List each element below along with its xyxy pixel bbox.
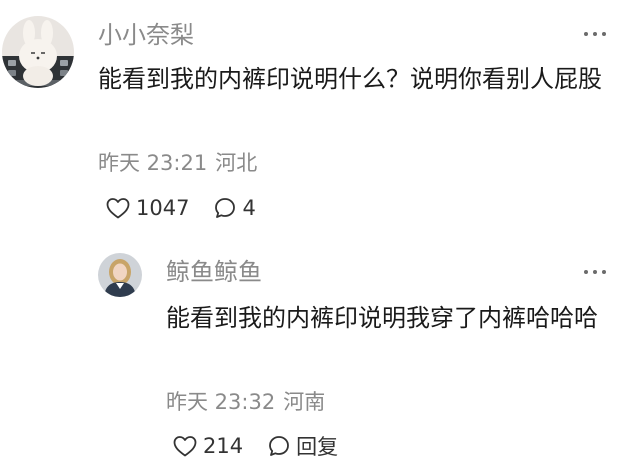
comment-username[interactable]: 小小奈梨	[98, 20, 194, 50]
speech-bubble-icon	[269, 436, 289, 456]
comment-more-options[interactable]	[582, 30, 608, 38]
reply-content: 能看到我的内裤印说明我穿了内裤哈哈哈	[166, 304, 598, 332]
comment-like-count: 1047	[136, 196, 190, 220]
comment-content: 能看到我的内裤印说明什么？说明你看别人屁股	[98, 65, 602, 93]
comment-time: 昨天 23:21	[98, 151, 208, 175]
ellipsis-icon	[584, 32, 588, 36]
comment-actions: 1047 4	[105, 193, 256, 223]
heart-outline-icon	[173, 436, 197, 457]
comment-like-button[interactable]: 1047	[105, 196, 189, 220]
bunny-avatar-icon	[2, 16, 74, 88]
heart-outline-icon	[106, 198, 130, 219]
reply-time: 昨天 23:32	[166, 390, 276, 414]
ellipsis-icon	[584, 270, 588, 274]
reply-meta: 昨天 23:32 河南	[166, 389, 325, 415]
reply-reply-button[interactable]: 回复	[267, 431, 338, 461]
person-avatar-icon	[98, 253, 142, 297]
reply-like-count: 214	[203, 434, 244, 458]
comment-location: 河北	[215, 151, 258, 175]
reply-like-button[interactable]: 214	[172, 434, 243, 458]
comment-reply-count: 4	[242, 196, 256, 220]
reply-username[interactable]: 鲸鱼鲸鱼	[166, 257, 262, 287]
avatar[interactable]	[2, 16, 74, 88]
reply-reply-label: 回复	[296, 435, 339, 459]
reply-more-options[interactable]	[582, 268, 608, 276]
reply-avatar[interactable]	[98, 253, 142, 297]
comment-thread: 小小奈梨 能看到我的内裤印说明什么？说明你看别人屁股 昨天 23:21 河北 10…	[0, 0, 638, 464]
reply-location: 河南	[283, 390, 326, 414]
comment-meta: 昨天 23:21 河北	[98, 150, 257, 176]
comment-reply-button[interactable]: 4	[213, 196, 256, 220]
reply-actions: 214 回复	[172, 431, 338, 461]
speech-bubble-icon	[215, 198, 236, 218]
